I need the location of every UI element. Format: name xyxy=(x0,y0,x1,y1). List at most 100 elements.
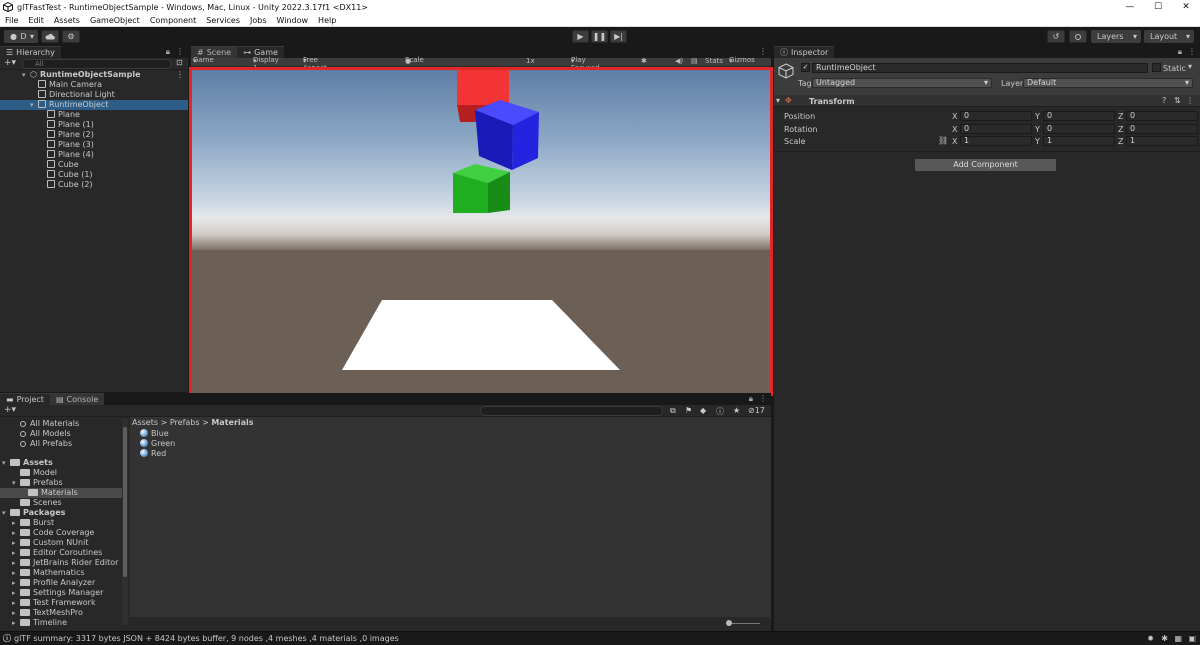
tab-hierarchy[interactable]: ☰ Hierarchy xyxy=(0,46,61,58)
tree-item-plane-2[interactable]: Plane (2) xyxy=(0,130,188,140)
position-y-field[interactable]: 0 xyxy=(1043,111,1115,121)
chevron-right-icon[interactable]: ▸ xyxy=(12,538,20,548)
play-focused-dropdown[interactable]: Play Focused ▾ xyxy=(571,56,600,72)
search-by-type-icon[interactable]: ⧉ xyxy=(670,406,676,416)
chevron-down-icon[interactable]: ▾ xyxy=(1188,62,1192,71)
favorite-all-materials[interactable]: All Materials xyxy=(0,419,122,429)
package-jetbrains-rider[interactable]: ▸ JetBrains Rider Editor xyxy=(0,558,122,568)
chevron-right-icon[interactable]: ▸ xyxy=(12,618,20,628)
chevron-right-icon[interactable]: ▸ xyxy=(12,548,20,558)
chevron-right-icon[interactable]: ▸ xyxy=(12,518,20,528)
tree-item-runtime-object[interactable]: ▾ RuntimeObject xyxy=(0,100,188,110)
menu-file[interactable]: File xyxy=(0,16,23,25)
package-profile-analyzer[interactable]: ▸ Profile Analyzer xyxy=(0,578,122,588)
play-button[interactable]: ▶ xyxy=(572,30,589,43)
scale-y-field[interactable]: 1 xyxy=(1043,136,1115,146)
status-message[interactable]: glTF summary: 3317 bytes JSON + 8424 byt… xyxy=(14,634,399,643)
minimize-button[interactable]: — xyxy=(1116,0,1144,14)
material-green[interactable]: Green xyxy=(130,439,771,449)
menu-help[interactable]: Help xyxy=(313,16,341,25)
rotation-z-field[interactable]: 0 xyxy=(1126,124,1198,134)
maximize-button[interactable]: ☐ xyxy=(1144,0,1172,14)
lock-icon[interactable]: 🔒︎ xyxy=(166,47,170,57)
chevron-right-icon[interactable]: ▸ xyxy=(12,558,20,568)
tree-item-plane-3[interactable]: Plane (3) xyxy=(0,140,188,150)
step-button[interactable]: ▶| xyxy=(610,30,627,43)
breadcrumb-assets[interactable]: Assets xyxy=(132,418,158,427)
rotation-y-field[interactable]: 0 xyxy=(1043,124,1115,134)
info-icon[interactable]: ⓘ xyxy=(716,406,724,417)
chevron-down-icon[interactable]: ▾ xyxy=(2,458,10,468)
favorite-all-prefabs[interactable]: All Prefabs xyxy=(0,439,122,449)
tree-scrollbar[interactable] xyxy=(122,419,128,625)
menu-assets[interactable]: Assets xyxy=(49,16,85,25)
layout-dropdown[interactable]: Layout ▾ xyxy=(1144,30,1194,43)
breadcrumb-prefabs[interactable]: Prefabs xyxy=(170,418,200,427)
more-icon[interactable]: ⋮ xyxy=(176,70,184,80)
chevron-right-icon[interactable]: ▸ xyxy=(12,588,20,598)
tag-dropdown[interactable]: Untagged ▾ xyxy=(812,78,992,88)
active-checkbox[interactable]: ✓ xyxy=(801,63,810,72)
menu-services[interactable]: Services xyxy=(201,16,245,25)
tree-item-cube-1[interactable]: Cube (1) xyxy=(0,170,188,180)
filter-icon[interactable]: ⊡ xyxy=(176,58,183,67)
bug-icon[interactable]: ✱ xyxy=(1161,634,1168,643)
aspect-dropdown[interactable]: Free Aspect ▾ xyxy=(303,56,327,72)
tab-project[interactable]: ▬ Project xyxy=(0,393,50,405)
packages-root[interactable]: ▾ Packages xyxy=(0,508,122,518)
position-x-field[interactable]: 0 xyxy=(960,111,1032,121)
history-button[interactable]: ↺ xyxy=(1047,30,1065,43)
notification-icon[interactable]: ▣ xyxy=(1188,634,1196,643)
more-icon[interactable]: ⋮ xyxy=(176,47,184,57)
package-settings-manager[interactable]: ▸ Settings Manager xyxy=(0,588,122,598)
search-button[interactable] xyxy=(1069,30,1087,43)
scale-z-field[interactable]: 1 xyxy=(1126,136,1198,146)
collab-button[interactable]: ⚙ xyxy=(62,30,80,43)
create-button[interactable]: +▾ xyxy=(4,405,16,415)
chevron-right-icon[interactable]: ▸ xyxy=(12,568,20,578)
add-button[interactable]: +▾ xyxy=(4,58,16,68)
chevron-right-icon[interactable]: ▸ xyxy=(12,528,20,538)
chevron-down-icon[interactable]: ▾ xyxy=(30,100,38,110)
lighting-icon[interactable]: ✹ xyxy=(1147,634,1154,643)
chevron-down-icon[interactable]: ▾ xyxy=(2,508,10,518)
menu-component[interactable]: Component xyxy=(145,16,201,25)
search-by-label-icon[interactable]: ⚑ xyxy=(685,406,692,415)
preset-icon[interactable]: ⇅ xyxy=(1174,96,1181,105)
chevron-down-icon[interactable]: ▾ xyxy=(12,478,20,488)
menu-gameobject[interactable]: GameObject xyxy=(85,16,145,25)
tree-item-cube[interactable]: Cube xyxy=(0,160,188,170)
display-dropdown[interactable]: Display 1 ▾ xyxy=(253,56,279,72)
package-mathematics[interactable]: ▸ Mathematics xyxy=(0,568,122,578)
more-icon[interactable]: ⋮ xyxy=(759,394,767,404)
game-mode-dropdown[interactable]: Game ▾ xyxy=(193,56,214,65)
favorite-all-models[interactable]: All Models xyxy=(0,429,122,439)
more-icon[interactable]: ⋮ xyxy=(1186,96,1194,105)
tree-item-plane-4[interactable]: Plane (4) xyxy=(0,150,188,160)
chevron-right-icon[interactable]: ▸ xyxy=(12,578,20,588)
tab-inspector[interactable]: ⓘ Inspector xyxy=(774,46,835,58)
package-custom-nunit[interactable]: ▸ Custom NUnit xyxy=(0,538,122,548)
tree-item-plane[interactable]: Plane xyxy=(0,110,188,120)
menu-jobs[interactable]: Jobs xyxy=(245,16,272,25)
chevron-down-icon[interactable]: ▾ xyxy=(776,96,780,105)
tab-console[interactable]: ▤ Console xyxy=(49,393,105,405)
folder-scenes[interactable]: Scenes xyxy=(0,498,122,508)
slider-handle[interactable] xyxy=(726,620,732,626)
chevron-right-icon[interactable]: ▸ xyxy=(12,608,20,618)
stats-button[interactable]: Stats xyxy=(705,57,723,65)
close-button[interactable]: ✕ xyxy=(1172,0,1200,14)
material-blue[interactable]: Blue xyxy=(130,429,771,439)
help-icon[interactable]: ? xyxy=(1162,96,1166,105)
assets-root[interactable]: ▾ Assets xyxy=(0,458,122,468)
scene-row[interactable]: ▾ ⬡ RuntimeObjectSample ⋮ xyxy=(0,70,188,80)
rotation-x-field[interactable]: 0 xyxy=(960,124,1032,134)
scale-slider[interactable]: Scale ● xyxy=(405,56,424,65)
package-editor-coroutines[interactable]: ▸ Editor Coroutines xyxy=(0,548,122,558)
tree-item-main-camera[interactable]: Main Camera xyxy=(0,80,188,90)
tree-item-cube-2[interactable]: Cube (2) xyxy=(0,180,188,190)
package-icon[interactable]: ▦ xyxy=(1174,634,1182,643)
icon-size-slider[interactable] xyxy=(728,623,760,624)
package-textmeshpro[interactable]: ▸ TextMeshPro xyxy=(0,608,122,618)
search-input[interactable]: All xyxy=(22,59,172,69)
